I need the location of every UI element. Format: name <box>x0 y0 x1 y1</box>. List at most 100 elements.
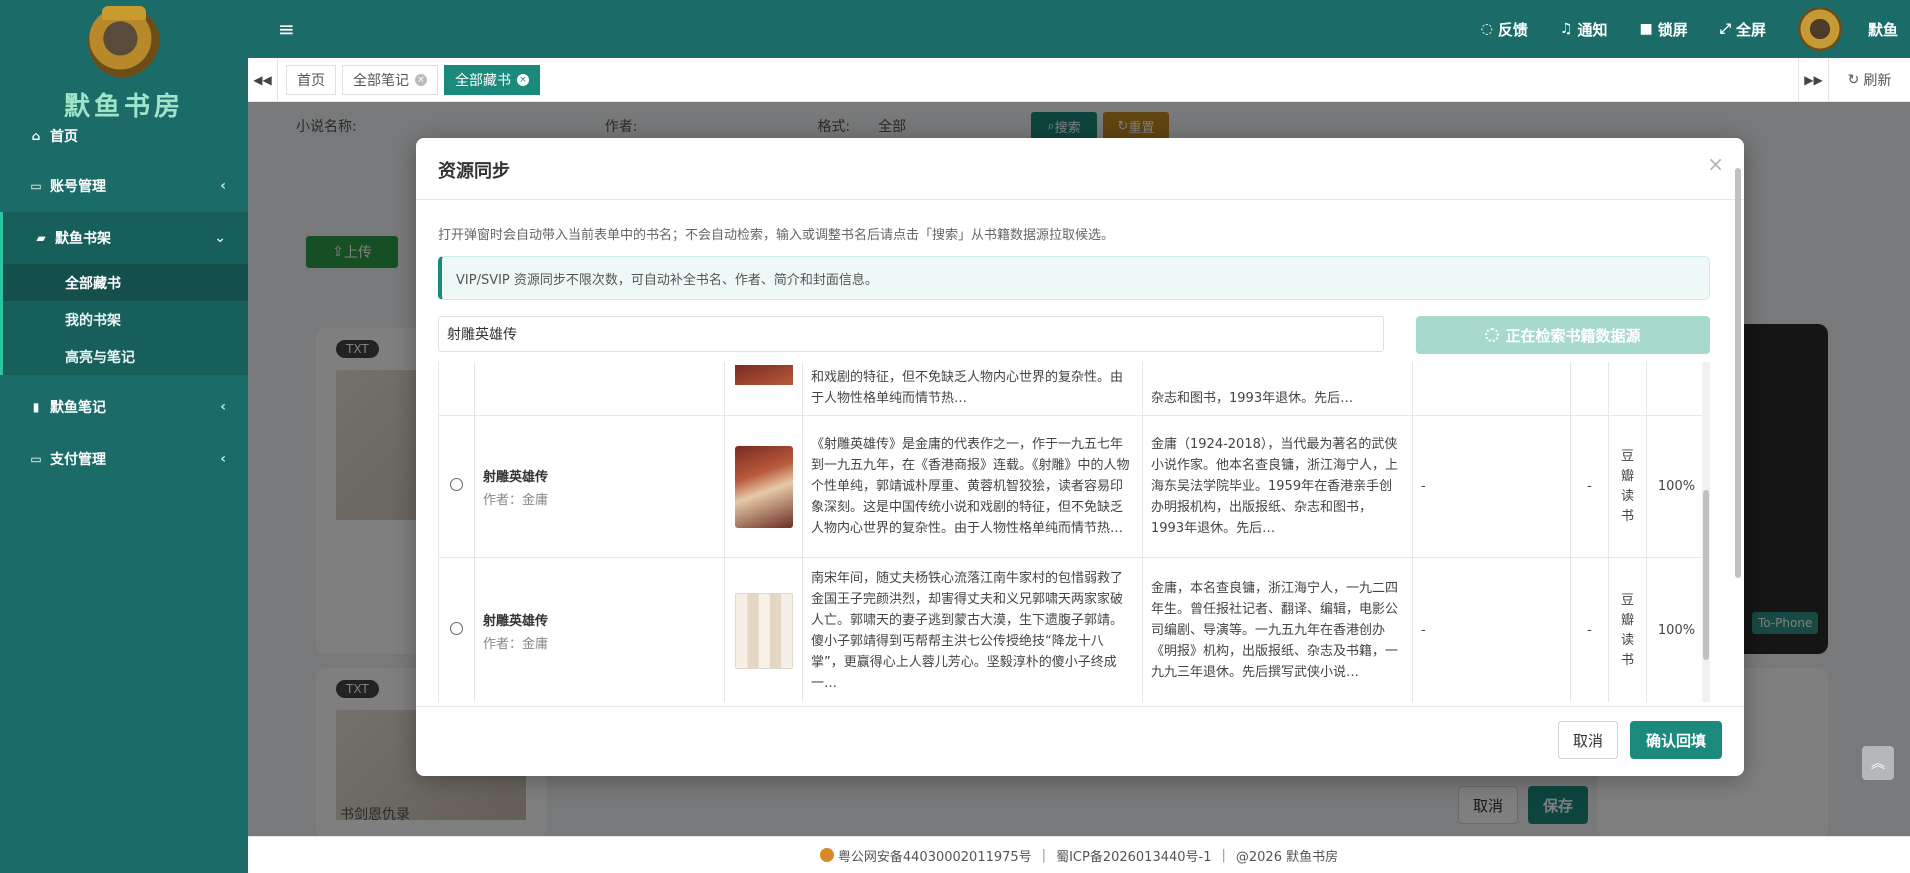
sidebar-item-label: 默鱼书架 <box>55 231 111 247</box>
refresh-icon: ↻ <box>1847 72 1860 88</box>
username[interactable]: 默鱼 <box>1868 19 1898 40</box>
author-bio-cell: 杂志和图书，1993年退休。先后… <box>1142 362 1413 416</box>
field-cell: - <box>1570 557 1609 702</box>
vip-alert: VIP/SVIP 资源同步不限次数，可自动补全书名、作者、简介和封面信息。 <box>438 256 1710 300</box>
lock-icon: ■ <box>1639 21 1653 37</box>
tab-all-notes[interactable]: 全部笔记 × <box>342 65 438 95</box>
sidebar-subitem-my-shelf[interactable]: 我的书架 <box>3 301 248 338</box>
close-icon[interactable]: × <box>517 74 529 86</box>
copyright: @2026 默鱼书房 <box>1235 849 1339 865</box>
id-card-icon: ▭ <box>30 179 42 193</box>
book-title: 射雕英雄传 <box>483 469 549 485</box>
modal-scrollbar-thumb[interactable] <box>1735 168 1741 578</box>
chevron-down-icon: ⌄ <box>214 230 226 246</box>
radio-cell[interactable] <box>438 557 475 702</box>
table-row[interactable]: 和戏剧的特征，但不免缺乏人物内心世界的复杂性。由于人物性格单纯而情节热… 杂志和… <box>438 362 1702 416</box>
modal-title: 资源同步 <box>438 161 510 182</box>
bell-icon: ♫ <box>1559 21 1573 37</box>
book-cover <box>734 592 793 669</box>
divider: | <box>1041 847 1047 863</box>
author-bio-cell: 金庸（1924-2018），当代最为著名的武侠小说作家。他本名查良镛，浙江海宁人… <box>1142 415 1413 558</box>
scroll-top-icon[interactable]: ︽ <box>1862 746 1894 780</box>
sidebar-nav: ⌂ 首页 ▭ 账号管理 ‹ ▰ 默鱼书架 ⌄ 全部藏书 我的书架 高亮与笔记 ▮… <box>0 118 248 485</box>
sidebar-item-notes[interactable]: ▮ 默鱼笔记 ‹ <box>0 381 248 433</box>
match-cell <box>1646 362 1702 416</box>
tab-label: 全部藏书 <box>455 73 511 89</box>
close-icon[interactable]: × <box>415 74 427 86</box>
home-icon: ⌂ <box>31 129 41 143</box>
author-bio-cell: 金庸，本名查良镛，浙江海宁人，一九二四年生。曾任报社记者、翻译、编辑，电影公司编… <box>1142 557 1413 702</box>
fullscreen-label: 全屏 <box>1735 20 1766 39</box>
lock-screen-link[interactable]: ■ 锁屏 <box>1640 19 1688 40</box>
folder-open-icon: ▰ <box>36 231 46 245</box>
radio-cell[interactable] <box>438 415 475 558</box>
tab-all-books[interactable]: 全部藏书 × <box>444 65 540 95</box>
tab-bar: ◀◀ 首页 全部笔记 × 全部藏书 × ▶▶ ↻ 刷新 <box>248 58 1910 102</box>
book-description: 南宋年间，随丈夫杨铁心流落江南牛家村的包惜弱救了金国王子完颜洪烈，却害得丈夫和义… <box>811 570 1124 691</box>
chevron-left-icon: ‹ <box>220 399 226 415</box>
table-row[interactable]: 射雕英雄传 作者：金庸 南宋年间，随丈夫杨铁心流落江南牛家村的包惜弱救了金国王子… <box>438 557 1702 702</box>
cover-cell <box>724 362 803 416</box>
results-table: 和戏剧的特征，但不免缺乏人物内心世界的复杂性。由于人物性格单纯而情节热… 杂志和… <box>438 362 1702 702</box>
fullscreen-link[interactable]: ⤢ 全屏 <box>1720 19 1766 40</box>
feedback-link[interactable]: ◌ 反馈 <box>1481 19 1528 40</box>
book-title-input[interactable] <box>438 316 1384 352</box>
book-description: 和戏剧的特征，但不免缺乏人物内心世界的复杂性。由于人物性格单纯而情节热… <box>811 370 1124 406</box>
book-cover <box>734 445 793 528</box>
field-cell: - <box>1412 557 1571 702</box>
notify-link[interactable]: ♫ 通知 <box>1560 19 1608 40</box>
chevron-left-icon: ‹ <box>220 451 226 467</box>
confirm-fill-button[interactable]: 确认回填 <box>1630 721 1722 759</box>
tab-scroll-left-icon[interactable]: ◀◀ <box>248 58 278 102</box>
select-radio[interactable] <box>450 478 463 491</box>
book-description: 《射雕英雄传》是金庸的代表作之一，作于一九五七年到一九五九年，在《香港商报》连载… <box>811 437 1130 536</box>
title-cell: 射雕英雄传 作者：金庸 <box>474 415 725 558</box>
table-scrollbar[interactable] <box>1702 362 1710 702</box>
menu-toggle-icon[interactable]: ≡ <box>278 19 295 39</box>
sidebar-item-account[interactable]: ▭ 账号管理 ‹ <box>0 160 248 212</box>
tab-label: 全部笔记 <box>353 73 409 89</box>
sidebar-item-bookshelf[interactable]: ▰ 默鱼书架 ⌄ <box>0 212 248 264</box>
police-badge-icon <box>819 848 834 862</box>
book-author: 作者：金庸 <box>483 636 549 652</box>
sidebar-item-payment[interactable]: ▭ 支付管理 ‹ <box>0 433 248 485</box>
modal-header: 资源同步 × <box>416 138 1744 200</box>
to-phone-button[interactable]: To-Phone <box>1752 612 1819 634</box>
sidebar-item-home[interactable]: ⌂ 首页 <box>0 118 248 154</box>
results-table-viewport: 和戏剧的特征，但不免缺乏人物内心世界的复杂性。由于人物性格单纯而情节热… 杂志和… <box>438 362 1702 702</box>
tab-scroll-right-icon[interactable]: ▶▶ <box>1798 58 1828 102</box>
modal-scrollbar[interactable] <box>1735 168 1741 608</box>
notify-label: 通知 <box>1577 20 1608 39</box>
tab-home[interactable]: 首页 <box>286 65 336 95</box>
modal-footer: 取消 确认回填 <box>416 706 1744 776</box>
refresh-label: 刷新 <box>1863 73 1892 89</box>
sidebar-subitem-highlights[interactable]: 高亮与笔记 <box>3 338 248 375</box>
field-cell: - <box>1570 415 1609 558</box>
fetch-button-label: 正在检索书籍数据源 <box>1505 326 1641 345</box>
cancel-button[interactable]: 取消 <box>1558 721 1618 759</box>
book-title: 射雕英雄传 <box>483 613 549 629</box>
fetch-button[interactable]: 正在检索书籍数据源 <box>1416 316 1710 354</box>
select-radio[interactable] <box>450 622 463 635</box>
author-bio: 金庸（1924-2018），当代最为著名的武侠小说作家。他本名查良镛，浙江海宁人… <box>1151 437 1399 536</box>
table-row[interactable]: 射雕英雄传 作者：金庸 《射雕英雄传》是金庸的代表作之一，作于一九五七年到一九五… <box>438 415 1702 558</box>
book-cover <box>734 365 793 385</box>
table-scrollbar-thumb[interactable] <box>1703 490 1709 660</box>
icp-record[interactable]: 蜀ICP备2026013440号-1 <box>1056 846 1211 865</box>
sidebar-item-label: 账号管理 <box>50 179 106 195</box>
close-icon[interactable]: × <box>1707 152 1724 176</box>
book-author: 作者：金庸 <box>483 492 549 508</box>
author-bio: 金庸，本名查良镛，浙江海宁人，一九二四年生。曾任报社记者、翻译、编辑，电影公司编… <box>1151 581 1399 680</box>
bookshelf-submenu: 全部藏书 我的书架 高亮与笔记 <box>0 264 248 375</box>
police-record[interactable]: 粤公网安备44030002011975号 <box>838 846 1032 865</box>
avatar[interactable] <box>1797 7 1842 51</box>
radio-cell <box>438 362 475 416</box>
feedback-label: 反馈 <box>1497 20 1528 39</box>
divider: | <box>1221 847 1226 863</box>
match-cell: 100% <box>1646 557 1702 702</box>
sidebar-subitem-all-books[interactable]: 全部藏书 <box>3 264 248 301</box>
field-cell: - <box>1412 415 1571 558</box>
desc-cell: 南宋年间，随丈夫杨铁心流落江南牛家村的包惜弱救了金国王子完颜洪烈，却害得丈夫和义… <box>802 557 1143 702</box>
refresh-button[interactable]: ↻ 刷新 <box>1828 58 1910 102</box>
book-icon: ▮ <box>32 400 40 414</box>
